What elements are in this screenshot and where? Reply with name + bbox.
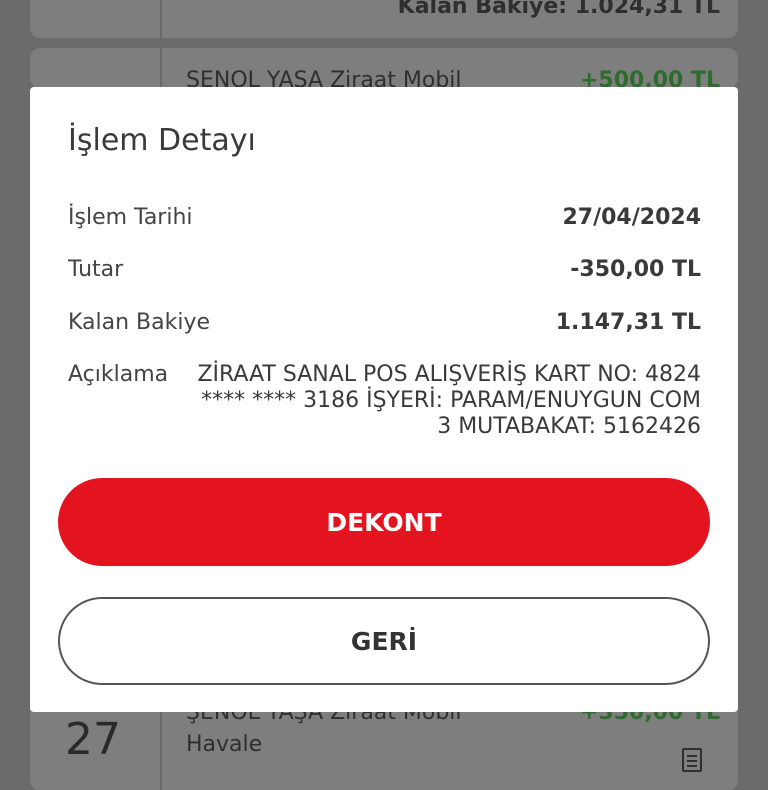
balance-label: Kalan Bakiye: [68, 310, 211, 335]
transaction-date-label: İşlem Tarihi: [68, 205, 193, 230]
transaction-date-value: 27/04/2024: [562, 205, 701, 230]
receipt-button[interactable]: DEKONT: [58, 478, 710, 566]
receipt-icon[interactable]: [682, 748, 702, 772]
transaction-detail-dialog: İşlem Detayı İşlem Tarihi 27/04/2024 Tut…: [30, 87, 738, 712]
card-divider: [160, 0, 162, 38]
transaction-card-middle[interactable]: ŞENOL YAŞA Ziraat Mobil +500,00 TL: [30, 48, 738, 88]
card-divider: [160, 48, 162, 88]
description-label: Açıklama: [68, 362, 169, 387]
dialog-title: İşlem Detayı: [68, 123, 256, 158]
card-subtitle: Havale: [186, 732, 263, 757]
description-value: ZİRAAT SANAL POS ALIŞVERİŞ KART NO: 4824…: [197, 362, 701, 439]
card-title: ŞENOL YAŞA Ziraat Mobil: [186, 68, 462, 88]
card-amount: +500,00 TL: [579, 68, 720, 88]
transaction-card-top[interactable]: Kalan Bakiye: 1.024,31 TL: [30, 0, 738, 38]
back-button[interactable]: GERİ: [58, 597, 710, 685]
amount-label: Tutar: [68, 257, 124, 282]
amount-value: -350,00 TL: [570, 257, 701, 282]
balance-value: 1.147,31 TL: [555, 310, 701, 335]
card-day: 27: [65, 714, 121, 765]
card-balance: Kalan Bakiye: 1.024,31 TL: [397, 0, 720, 19]
